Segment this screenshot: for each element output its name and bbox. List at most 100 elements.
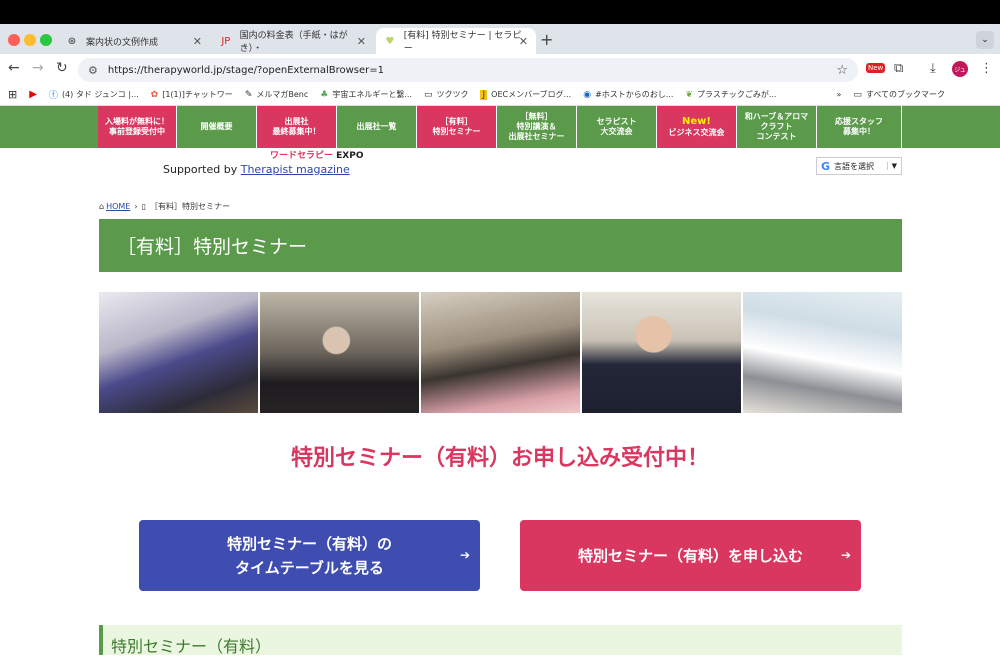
supported-prefix: Supported by: [163, 163, 238, 176]
bookmark-8[interactable]: ❦ プラスチックごみが...: [685, 89, 776, 100]
extension-new-icon[interactable]: New: [866, 63, 886, 73]
nav-item-4[interactable]: 出展社一覧: [337, 106, 417, 148]
breadcrumb-home[interactable]: HOME: [106, 202, 130, 211]
facebook-icon: ⓕ: [48, 91, 58, 101]
bookmark-2[interactable]: ✿ [1(1)]チャットワー: [151, 89, 233, 100]
tab-3-active[interactable]: ♥ [有料] 特別セミナー | セラピー ✕: [376, 28, 536, 54]
nav-item-10[interactable]: 応援スタッフ 募集中！: [817, 106, 902, 148]
leaf-icon: ❦: [685, 89, 693, 100]
tab-search-button[interactable]: ⌄: [976, 31, 994, 49]
apply-button-label: 特別セミナー（有料）を申し込む: [577, 546, 803, 565]
url-text: https://therapyworld.jp/stage/?openExter…: [107, 64, 384, 76]
tab-1[interactable]: ⊛ 案内状の文例作成 ✕: [58, 28, 210, 54]
nav-item-1[interactable]: 入場料が無料に！ 事前登録受付中: [98, 106, 177, 148]
bookmark-label: #ホストからのおし...: [595, 90, 674, 99]
nav-item-7[interactable]: セラピスト 大交流会: [577, 106, 657, 148]
timetable-button-line1: 特別セミナー（有料）の: [226, 534, 392, 553]
chatwork-icon: ✿: [150, 89, 159, 100]
close-tab-icon[interactable]: ✕: [193, 35, 202, 48]
circle-icon: ◉: [583, 89, 592, 100]
timetable-button-line2: タイムテーブルを見る: [235, 558, 384, 577]
bookmark-7[interactable]: ◉ #ホストからのおし...: [583, 89, 673, 100]
nav-item-2[interactable]: 開催概要: [177, 106, 257, 148]
arrow-right-icon: ➔: [459, 547, 470, 562]
more-bookmarks-icon[interactable]: »: [836, 90, 841, 99]
nav-item-6[interactable]: ［無料］ 特別講演＆ 出展社セミナー: [497, 106, 577, 148]
screen-top-bar: [0, 0, 1000, 24]
close-tab-icon[interactable]: ✕: [357, 35, 366, 48]
minimize-window-button[interactable]: [24, 34, 36, 46]
nav-item-8[interactable]: New! ビジネス交流会: [657, 106, 737, 148]
therapist-magazine-link[interactable]: Therapist magazine: [241, 163, 350, 176]
bookmarks-bar: ⊞ ▶ ⓕ (4) タド ジュンコ |... ✿ [1(1)]チャットワー ✎ メルマ…: [0, 84, 1000, 106]
folder-icon: ▭: [423, 89, 433, 100]
nav-item-label: 和ハーブ＆アロマ クラフト コンテスト: [744, 112, 809, 141]
bookmark-star-icon[interactable]: ☆: [836, 63, 848, 78]
all-bookmarks-label: すべてのブックマーク: [865, 90, 945, 99]
apps-grid-icon[interactable]: ⊞: [8, 88, 17, 101]
browser-toolbar: ← → ↻ ⚙ https://therapyworld.jp/stage/?o…: [0, 54, 1000, 84]
j-icon: J: [480, 89, 488, 100]
address-bar[interactable]: ⚙ https://therapyworld.jp/stage/?openExt…: [78, 58, 858, 82]
zoom-window-button[interactable]: [40, 34, 52, 46]
breadcrumb-current: ［有料］特別セミナー: [149, 202, 230, 211]
nav-item-label: ［有料］ 特別セミナー: [432, 117, 481, 136]
nav-item-label: 入場料が無料に！ 事前登録受付中: [105, 117, 169, 136]
bookmark-1[interactable]: ⓕ (4) タド ジュンコ |...: [49, 88, 139, 101]
bookmark-label: メルマガBenc: [256, 90, 309, 99]
extensions-icon[interactable]: ⧉: [894, 61, 903, 76]
language-select[interactable]: G 言語を選択 ▼: [816, 157, 902, 175]
nav-item-label: 出展社 最終募集中！: [272, 117, 321, 136]
site-logo[interactable]: ワードセラピー EXPO: [270, 148, 364, 161]
google-icon: G: [821, 159, 831, 173]
bookmark-6[interactable]: J OECメンバーブログ...: [480, 89, 571, 100]
photo-presenter: [582, 292, 743, 413]
nav-item-label: 出展社一覧: [356, 122, 397, 131]
bookmark-3[interactable]: ✎ メルマガBenc: [245, 89, 308, 100]
tab-2[interactable]: JP 国内の料金表（手紙・はがき）・ ✕: [212, 28, 374, 54]
breadcrumb-separator: ›: [134, 202, 138, 211]
reload-icon[interactable]: ↻: [56, 60, 68, 76]
home-icon: ⌂: [99, 202, 105, 211]
page-icon: ▯: [141, 202, 146, 211]
bookmark-4[interactable]: ♣ 宇宙エネルギーと繋...: [320, 89, 412, 100]
nav-item-label: 開催概要: [200, 122, 233, 131]
arrow-right-icon: ➔: [840, 547, 851, 562]
bookmark-label: OECメンバーブログ...: [491, 90, 572, 99]
nav-item-5[interactable]: ［有料］ 特別セミナー: [417, 106, 497, 148]
nav-item-label: 応援スタッフ 募集中！: [835, 117, 883, 136]
bookmark-label: ツクツク: [436, 90, 469, 99]
back-icon[interactable]: ←: [8, 60, 20, 76]
nav-item-3[interactable]: 出展社 最終募集中！: [257, 106, 337, 148]
tab-1-title: 案内状の文例作成: [86, 37, 159, 48]
bookmark-5[interactable]: ▭ ツクツク: [424, 89, 469, 100]
nav-item-label: New! ビジネス交流会: [668, 115, 725, 138]
new-tab-button[interactable]: +: [540, 30, 553, 49]
all-bookmarks[interactable]: ▭ すべてのブックマーク: [853, 89, 945, 100]
seminar-photo-strip: [99, 292, 902, 413]
forward-icon[interactable]: →: [32, 60, 44, 76]
section-heading: 特別セミナー（有料）: [99, 625, 902, 656]
breadcrumb: ⌂ HOME › ▯ ［有料］特別セミナー: [99, 201, 230, 212]
language-select-label: 言語を選択: [834, 161, 875, 171]
youtube-icon[interactable]: ▶: [29, 89, 37, 100]
timetable-button-text: 特別セミナー（有料）の タイムテーブルを見る: [227, 532, 392, 580]
plant-icon: ♣: [320, 89, 329, 100]
site-info-icon[interactable]: ⚙: [88, 64, 98, 77]
photo-treatment: [99, 292, 260, 413]
timetable-button[interactable]: 特別セミナー（有料）の タイムテーブルを見る ➔: [139, 520, 480, 591]
menu-icon[interactable]: ⋮: [980, 61, 993, 76]
bookmark-label: [1(1)]チャットワー: [162, 90, 233, 99]
apply-button[interactable]: 特別セミナー（有料）を申し込む ➔: [520, 520, 861, 591]
download-icon[interactable]: ⤓: [930, 61, 936, 76]
nav-item-label: セラピスト 大交流会: [596, 117, 637, 136]
tab-strip: ⊛ 案内状の文例作成 ✕ JP 国内の料金表（手紙・はがき）・ ✕ ♥ [有料]…: [0, 24, 1000, 54]
tab-2-title: 国内の料金表（手紙・はがき）・: [239, 31, 348, 54]
close-window-button[interactable]: [8, 34, 20, 46]
close-tab-icon[interactable]: ✕: [519, 35, 528, 48]
bookmark-label: (4) タド ジュンコ |...: [61, 90, 139, 99]
profile-avatar[interactable]: ジュ: [952, 61, 968, 77]
nav-item-9[interactable]: 和ハーブ＆アロマ クラフト コンテスト: [737, 106, 817, 148]
folder-icon: ▭: [853, 89, 862, 100]
chevron-down-icon: ▼: [886, 162, 901, 170]
